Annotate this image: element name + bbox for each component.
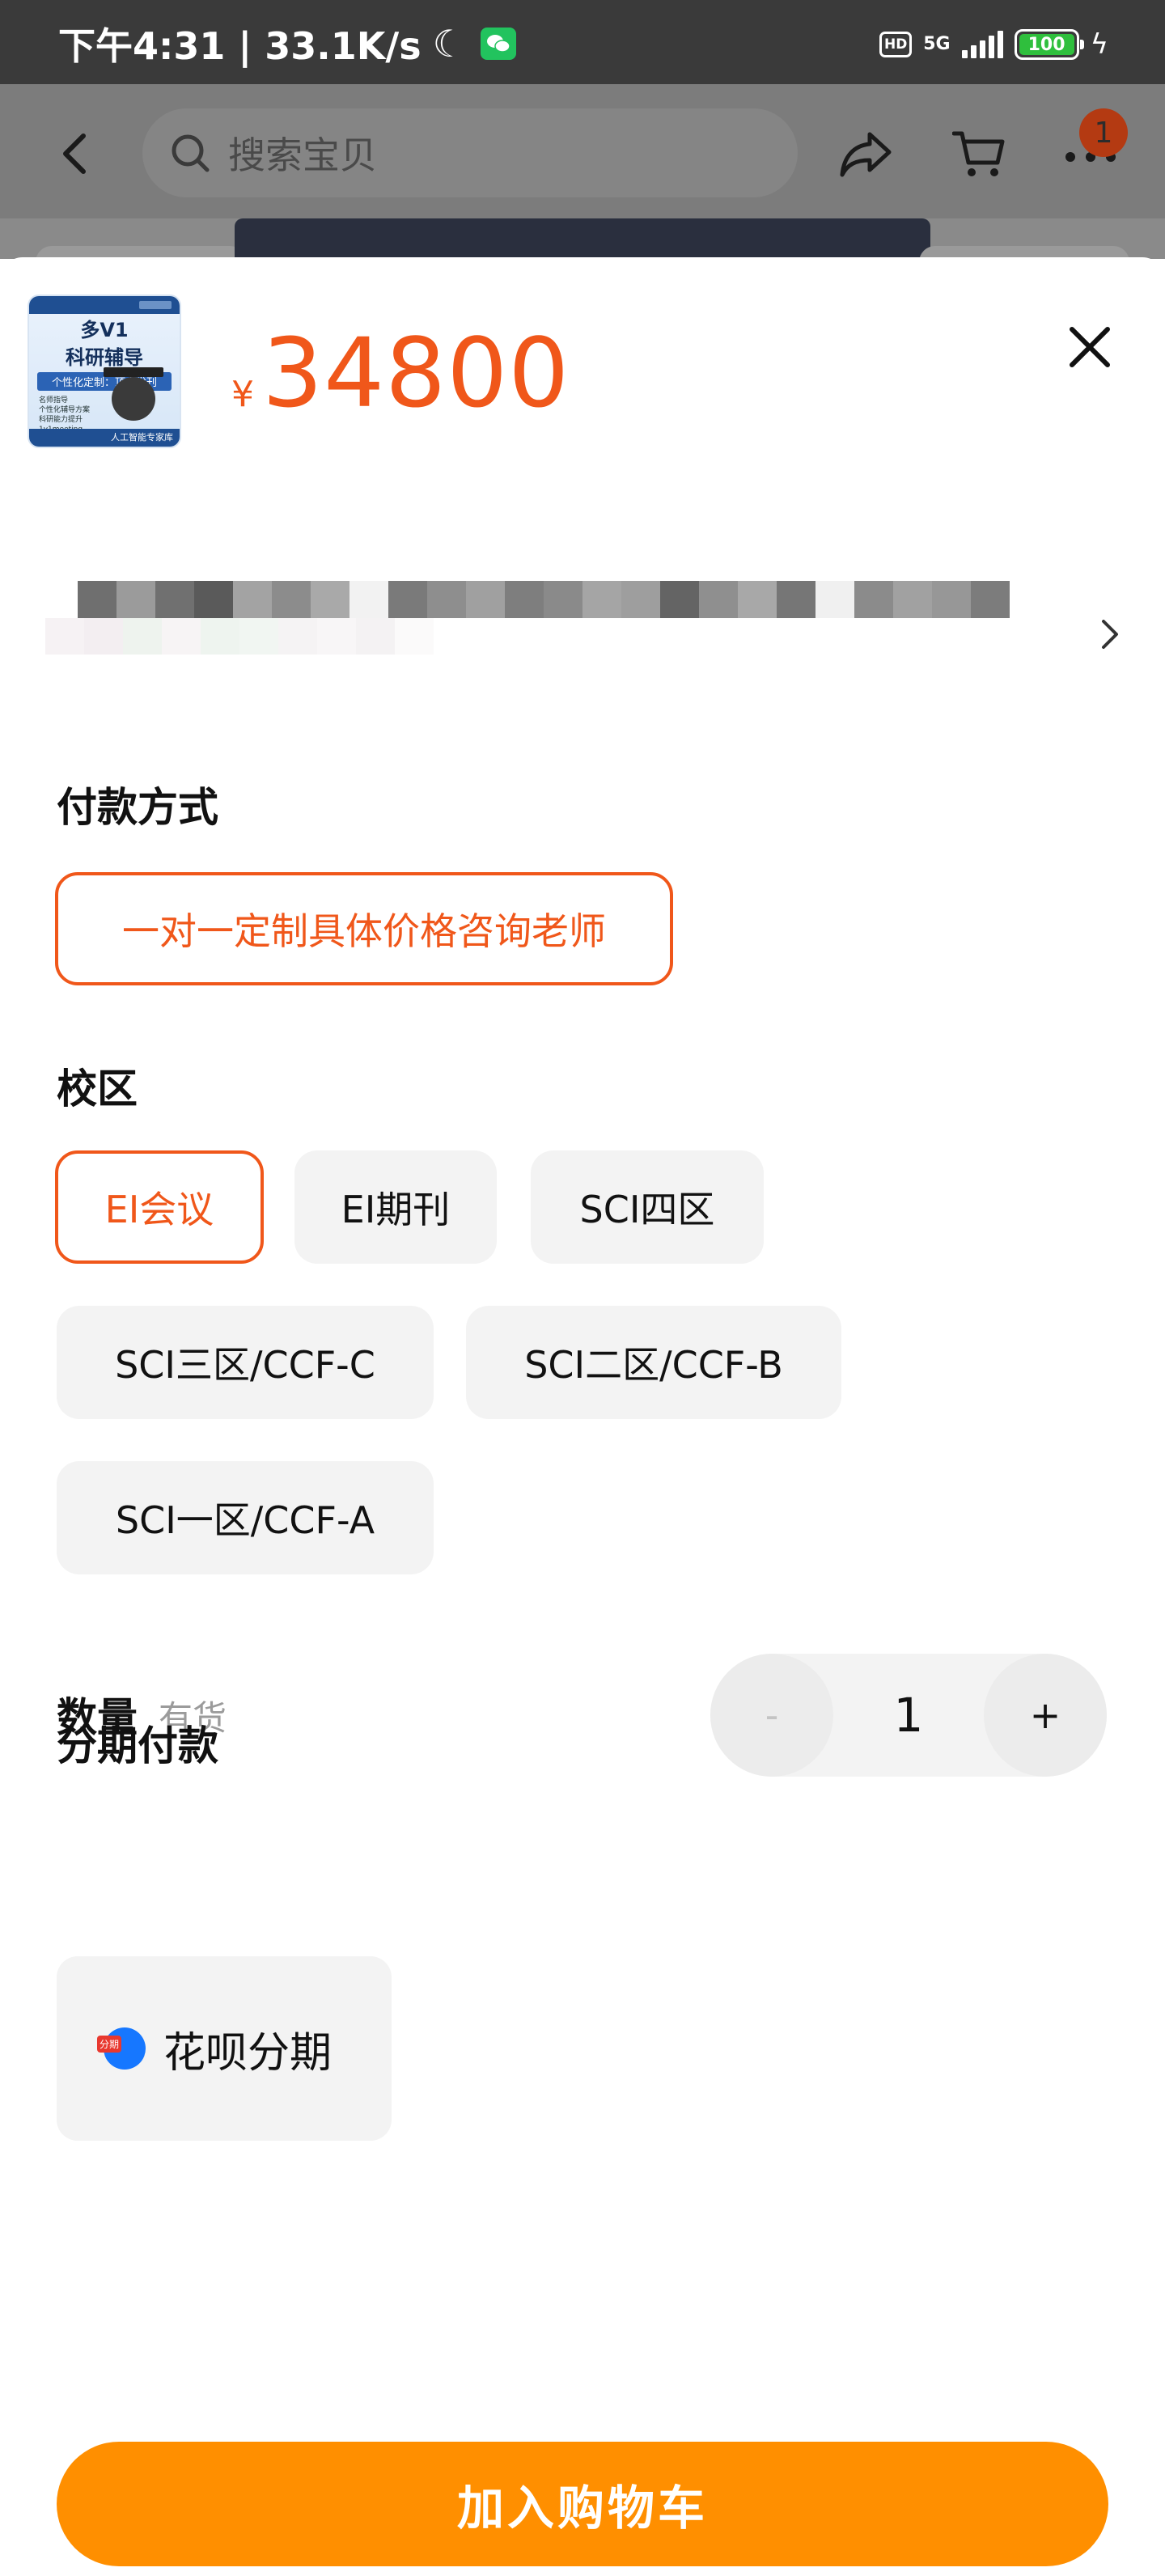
search-icon [172, 134, 210, 172]
huabei-label: 花呗分期 [163, 2028, 333, 2078]
thumb-title-1: 多V1 [80, 319, 129, 341]
notification-badge: 1 [1079, 108, 1128, 157]
address-selector[interactable] [45, 581, 1121, 702]
campus-option-ei-conference[interactable]: EI会议 [55, 1150, 264, 1264]
share-icon [840, 132, 892, 177]
close-button[interactable] [1060, 317, 1120, 377]
campus-title: 校区 [57, 1066, 138, 1112]
huabei-option[interactable]: 花呗分期 [57, 1956, 392, 2141]
status-left: 下午4:31 | 33.1K/s ☾ [58, 21, 516, 68]
thumb-title-2: 科研辅导 [66, 346, 143, 369]
hd-icon: HD [879, 32, 913, 57]
search-input[interactable]: 搜索宝贝 [142, 108, 798, 197]
campus-option-sci-q1[interactable]: SCI一区/CCF-A [57, 1461, 434, 1574]
thumb-bullet: 科研能力提升 [39, 416, 83, 424]
cart-icon [952, 131, 1005, 176]
mascot-image [104, 367, 163, 421]
sku-sheet: 多V1 科研辅导 个性化定制：顶会发刊 名师指导 个性化辅导方案 科研能力提升 … [0, 257, 1165, 2576]
cart-button[interactable] [948, 123, 1010, 184]
redacted-address-sub [45, 618, 434, 691]
moon-icon: ☾ [432, 22, 466, 66]
campus-option-sci-q3[interactable]: SCI三区/CCF-C [57, 1306, 434, 1419]
network-label: 5G [923, 34, 951, 54]
battery-level: 100 [1019, 34, 1074, 55]
increment-button[interactable]: + [984, 1654, 1107, 1777]
background-banner [0, 218, 1165, 278]
huabei-icon [97, 2027, 146, 2070]
redacted-address [78, 581, 1010, 618]
status-time: 下午4:31 | 33.1K/s [58, 24, 422, 68]
decrement-button[interactable]: - [710, 1654, 833, 1777]
thumb-bullet: 个性化辅导方案 [39, 406, 91, 414]
banner-dark [235, 218, 930, 259]
payment-option[interactable]: 一对一定制具体价格咨询老师 [55, 872, 673, 985]
thumb-footer: 人工智能专家库 [29, 429, 180, 447]
quantity-value[interactable]: 1 [833, 1654, 984, 1777]
quantity-stepper: - 1 + [710, 1654, 1107, 1777]
charging-icon: ϟ [1090, 28, 1108, 61]
add-to-cart-button[interactable]: 加入购物车 [57, 2442, 1108, 2566]
signal-icon [961, 31, 1003, 58]
campus-option-ei-journal[interactable]: EI期刊 [294, 1150, 497, 1264]
wechat-icon [480, 28, 516, 60]
thumb-bullet: 名师指导 [39, 396, 69, 405]
installment-title: 分期付款 [57, 1722, 218, 1769]
campus-option-sci-q4[interactable]: SCI四区 [531, 1150, 764, 1264]
back-button[interactable] [50, 125, 99, 183]
thumb-top-bar [29, 296, 180, 314]
share-button[interactable] [835, 123, 896, 184]
price: ¥ 34800 [231, 317, 570, 429]
product-thumbnail[interactable]: 多V1 科研辅导 个性化定制：顶会发刊 名师指导 个性化辅导方案 科研能力提升 … [28, 294, 181, 448]
search-placeholder: 搜索宝贝 [228, 133, 377, 177]
status-bar: 下午4:31 | 33.1K/s ☾ HD 5G 100 ϟ [0, 0, 1165, 84]
price-value: 34800 [262, 317, 570, 429]
campus-option-sci-q2[interactable]: SCI二区/CCF-B [466, 1306, 841, 1419]
page-header: 搜索宝贝 1 [0, 84, 1165, 218]
close-icon [1070, 327, 1110, 367]
battery-icon: 100 [1014, 29, 1084, 60]
chevron-left-icon [63, 133, 86, 174]
payment-title: 付款方式 [57, 784, 218, 831]
status-right: HD 5G 100 ϟ [879, 24, 1108, 65]
more-button[interactable]: 1 [1060, 108, 1128, 184]
chevron-right-icon [1094, 610, 1126, 659]
currency-symbol: ¥ [231, 374, 254, 415]
